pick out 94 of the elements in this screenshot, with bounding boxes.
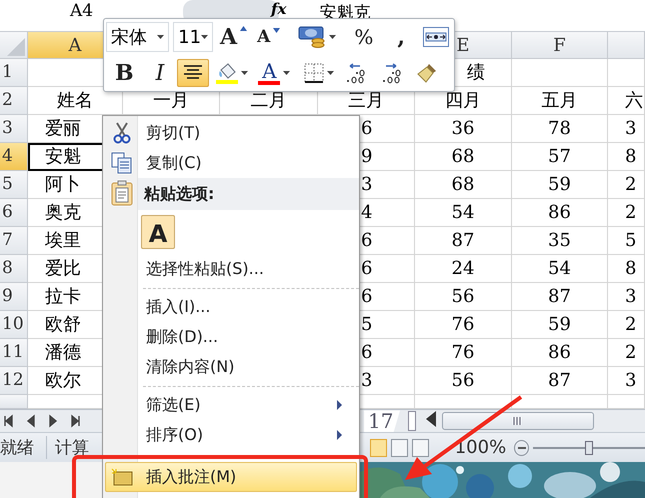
font-name-field[interactable]: 宋体 [106, 22, 170, 52]
align-center-button[interactable] [177, 59, 210, 87]
row-header[interactable]: 8 [0, 255, 28, 284]
paint-bucket-icon [217, 62, 238, 78]
table-cell: 56 [415, 367, 512, 396]
sheet-tab[interactable]: 17 [364, 410, 400, 432]
table-cell: 54 [512, 255, 608, 284]
table-cell: 2 [608, 311, 645, 340]
table-cell: 76 [415, 339, 512, 368]
borders-icon [304, 63, 324, 83]
row-header[interactable]: 7 [0, 227, 28, 256]
submenu-arrow-icon [337, 400, 342, 410]
clipboard-icon [111, 180, 133, 206]
caret-icon [157, 35, 164, 39]
scissors-icon [113, 122, 131, 144]
merge-icon [423, 27, 449, 47]
font-color-button[interactable]: A [255, 59, 294, 87]
table-cell: 8 [608, 143, 645, 172]
table-cell: 36 [415, 115, 512, 144]
name-box[interactable]: A4 [0, 0, 160, 22]
brush-icon [416, 62, 438, 84]
table-cell: 六 [608, 87, 645, 116]
row-header[interactable]: 6 [0, 199, 28, 228]
table-cell: 78 [512, 115, 608, 144]
row-header[interactable]: 10 [0, 311, 28, 340]
italic-button[interactable]: I [152, 59, 168, 87]
caret-icon [201, 35, 208, 39]
table-cell: 76 [415, 311, 512, 340]
status-text: 就绪 [0, 437, 35, 460]
font-size-field[interactable]: 11 [173, 22, 214, 52]
table-cell: 59 [512, 171, 608, 200]
row-header[interactable]: 2 [0, 87, 28, 116]
status-text: 计算 [46, 436, 101, 460]
table-cell: 3 [608, 367, 645, 396]
row-header[interactable]: 5 [0, 171, 28, 200]
caret-icon [283, 71, 290, 75]
minus-icon [518, 446, 526, 449]
table-cell: 68 [415, 143, 512, 172]
table-cell: 3 [608, 283, 645, 312]
table-cell: 56 [415, 283, 512, 312]
zoom-out-button[interactable] [514, 440, 530, 456]
caret-icon [327, 71, 334, 75]
up-triangle-icon [240, 26, 248, 31]
row-header[interactable]: 1 [0, 59, 28, 88]
table-cell: 87 [512, 367, 608, 396]
table-cell: 2 [608, 199, 645, 228]
slider-thumb[interactable] [585, 440, 594, 455]
table-cell: 35 [512, 227, 608, 256]
table-cell: 24 [415, 255, 512, 284]
menu-item[interactable]: 排序(O) [105, 420, 357, 450]
caret-icon [241, 71, 248, 75]
table-cell: 2 [608, 339, 645, 368]
table-cell: 87 [415, 227, 512, 256]
table-cell: 3 [608, 115, 645, 144]
align-center-icon [183, 65, 204, 81]
split-handle[interactable] [408, 411, 416, 432]
zoom-level: 100% [454, 437, 506, 458]
menu-heading: 粘贴选项: [138, 178, 359, 210]
menu-item[interactable]: 插入批注(M) [105, 462, 357, 492]
money-icon [298, 25, 326, 49]
empty-cell [608, 59, 645, 88]
table-cell: 五月 [512, 87, 608, 116]
table-cell: 8 [608, 255, 645, 284]
column-header[interactable]: F [512, 32, 608, 60]
row-header[interactable]: 4 [0, 143, 28, 172]
shrink-font-button[interactable]: A [254, 23, 284, 51]
view-button[interactable] [412, 438, 429, 457]
scroll-left-icon[interactable] [426, 411, 436, 428]
row-header[interactable]: 9 [0, 283, 28, 312]
caret-icon [329, 35, 336, 39]
submenu-arrow-icon [337, 430, 342, 440]
view-button[interactable] [390, 438, 408, 457]
percent-button[interactable]: % [351, 23, 376, 51]
down-triangle-icon [273, 28, 280, 33]
note-icon [111, 468, 133, 486]
copy-icon [111, 152, 133, 174]
bold-button[interactable]: B [112, 59, 137, 87]
table-cell: 2 [608, 171, 645, 200]
paste-text-button[interactable]: A [141, 215, 175, 249]
table-cell: 87 [512, 283, 608, 312]
table-cell: 86 [512, 199, 608, 228]
table-cell: 57 [512, 143, 608, 172]
table-cell: 86 [512, 339, 608, 368]
table-cell: 54 [415, 199, 512, 228]
row-header[interactable]: 3 [0, 115, 28, 144]
table-cell: 68 [415, 171, 512, 200]
function-label[interactable]: fx [271, 0, 286, 18]
row-header[interactable]: 11 [0, 339, 28, 368]
row-header[interactable]: 12 [0, 367, 28, 396]
comma-button[interactable]: , [394, 23, 408, 51]
table-cell: 5 [608, 227, 645, 256]
table-cell: 59 [512, 311, 608, 340]
grow-font-button[interactable]: A [217, 23, 250, 51]
scrollbar-thumb[interactable] [442, 412, 594, 430]
